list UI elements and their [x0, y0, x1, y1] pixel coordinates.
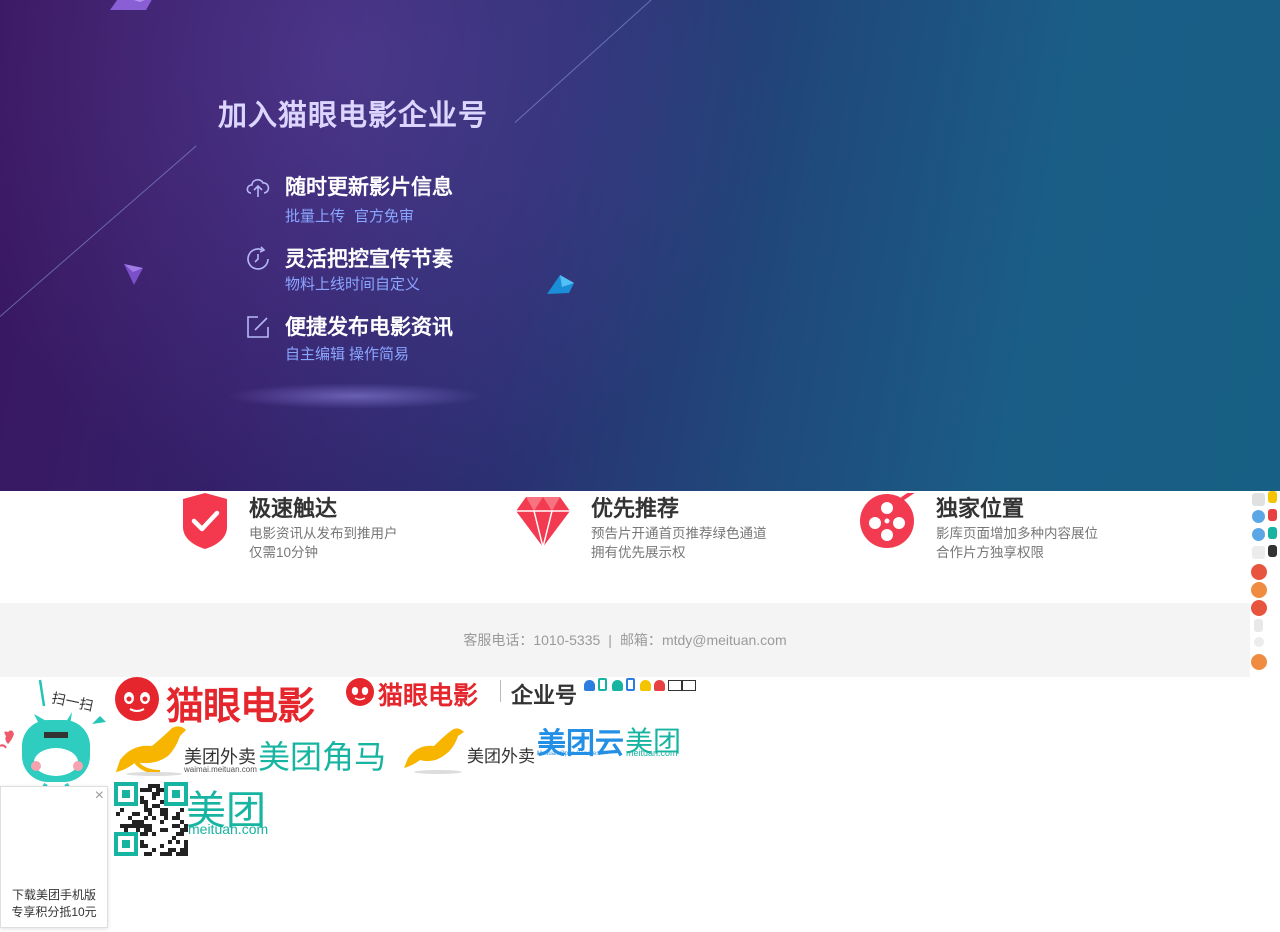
phone-label: 客服电话：: [463, 632, 534, 648]
hero-title: 加入猫眼电影企业号: [218, 100, 489, 132]
advantage-title: 极速触达: [249, 496, 338, 521]
hero-glow: [225, 383, 485, 409]
advantage-desc-line: 影库页面增加多种内容展位: [936, 526, 1098, 541]
share-icon-sprite: [1250, 491, 1280, 676]
advantage-fast-reach: 极速触达 电影资讯从发布到推用户 仅需10分钟: [180, 491, 440, 566]
mail-icon: [1252, 493, 1265, 506]
weibo-icon: [1251, 582, 1267, 598]
user-icon: [640, 680, 651, 691]
waimai-url: waimai.meituan.com: [184, 765, 257, 774]
maoyan-cat-logo-icon: [115, 677, 159, 721]
advantage-desc: 电影资讯从发布到推用户 仅需10分钟: [249, 524, 398, 562]
mini-icon-row: [584, 678, 696, 692]
cloud-upload-icon: [246, 179, 270, 197]
purple-gem-shape: [110, 0, 152, 10]
close-icon[interactable]: ×: [95, 787, 104, 805]
footer-contact: 客服电话：1010-5335 | 邮箱：mtdy@meituan.com: [0, 603, 1250, 677]
feature-tag: 批量上传: [285, 208, 346, 225]
meituan-cloud-en: Meituan Open Services: [537, 751, 600, 757]
feature-tag: 操作简易: [349, 346, 410, 363]
advantage-title: 优先推荐: [591, 496, 680, 521]
advantage-desc-line: 电影资讯从发布到推用户: [249, 526, 398, 541]
feature-subtitle: 自主编辑 操作简易: [285, 343, 409, 364]
qq-icon: [1252, 510, 1265, 523]
phone-icon: [1268, 509, 1277, 521]
feature-subtitle: 批量上传 官方免审: [285, 205, 414, 226]
phone-icon: [1268, 545, 1277, 557]
feature-title: 随时更新影片信息: [285, 176, 453, 199]
popup-text: 下载美团手机版 专享积分抵10元: [1, 887, 107, 921]
popup-line: 专享积分抵10元: [11, 905, 97, 919]
hero-banner: 加入猫眼电影企业号 随时更新影片信息 批量上传 官方免审 灵活把控宣传节奏 物料上…: [0, 0, 1280, 491]
weibo-icon: [1251, 564, 1267, 580]
logo-divider: [500, 680, 501, 702]
phone-icon: [1268, 527, 1277, 539]
feature-tag: 自主编辑: [285, 346, 346, 363]
feature-title: 灵活把控宣传节奏: [285, 248, 453, 271]
advantage-priority-recommend: 优先推荐 预告片开通首页推荐绿色通道 拥有优先展示权: [514, 491, 794, 566]
feature-tag: 物料上线时间自定义: [285, 276, 421, 293]
advantage-title: 独家位置: [936, 496, 1025, 521]
footer-separator: |: [608, 632, 612, 648]
maoyan-logo-small: 猫眼电影: [378, 682, 479, 710]
feature-update-info: 随时更新影片信息 批量上传 官方免审: [244, 171, 544, 231]
feature-subtitle: 物料上线时间自定义: [285, 273, 420, 294]
waimai-logo-text: 美团外卖: [467, 747, 535, 766]
kangaroo-mascot-icon: [404, 728, 464, 774]
clock-refresh-icon: [247, 246, 269, 270]
purple-gem-shape: [124, 264, 143, 285]
meituan-url-small: meituan.com: [626, 748, 678, 758]
qq-icon: [1252, 546, 1265, 559]
feature-title: 便捷发布电影资讯: [285, 316, 453, 339]
phone-icon: [1254, 619, 1263, 632]
phone-icon: [1268, 491, 1277, 503]
jiaoma-logo-text: 美团角马: [258, 739, 387, 775]
qq-icon: [1252, 528, 1265, 541]
enterprise-label: 企业号: [511, 683, 578, 708]
email-link[interactable]: mtdy@meituan.com: [662, 632, 787, 648]
user-icon: [612, 680, 623, 691]
user-icon: [654, 680, 665, 691]
scan-label: 扫一扫: [50, 689, 94, 713]
email-label: 邮箱：: [619, 632, 662, 648]
advantage-desc: 影库页面增加多种内容展位 合作片方独享权限: [936, 524, 1098, 562]
phone-number[interactable]: 1010-5335: [533, 632, 600, 648]
advantage-desc-line: 拥有优先展示权: [591, 545, 686, 560]
advantage-exclusive-position: 独家位置 影库页面增加多种内容展位 合作片方独享权限: [858, 491, 1118, 566]
phone-icon: [626, 678, 635, 691]
advantage-desc: 预告片开通首页推荐绿色通道 拥有优先展示权: [591, 524, 767, 562]
advantage-desc-line: 预告片开通首页推荐绿色通道: [591, 526, 767, 541]
feature-promo-rhythm: 灵活把控宣传节奏 物料上线时间自定义: [244, 243, 544, 299]
app-download-popup: × 下载美团手机版 专享积分抵10元: [0, 786, 108, 928]
weibo-icon: [1251, 654, 1267, 670]
mail-icon: [668, 680, 682, 691]
advantage-desc-line: 仅需10分钟: [249, 545, 319, 560]
blue-gem-shape: [547, 275, 574, 294]
user-icon: [584, 680, 595, 691]
diamond-icon: [516, 497, 570, 548]
user-icon: [1254, 637, 1264, 647]
mail-icon: [682, 680, 696, 691]
maoyan-cat-logo-icon: [346, 678, 374, 706]
feature-tag: 官方免审: [354, 208, 415, 225]
film-reel-icon: [860, 493, 915, 548]
meituan-mascot-image: 扫一扫: [0, 679, 106, 796]
phone-icon: [598, 678, 607, 691]
feature-publish-news: 便捷发布电影资讯 自主编辑 操作简易: [244, 311, 544, 367]
qr-code-image: [114, 782, 188, 856]
meituan-url-large: meituan.com: [188, 821, 269, 837]
shield-check-icon: [183, 493, 227, 549]
weibo-icon: [1251, 600, 1267, 616]
advantage-desc-line: 合作片方独享权限: [936, 545, 1044, 560]
popup-line: 下载美团手机版: [11, 888, 96, 902]
edit-icon: [247, 316, 269, 338]
